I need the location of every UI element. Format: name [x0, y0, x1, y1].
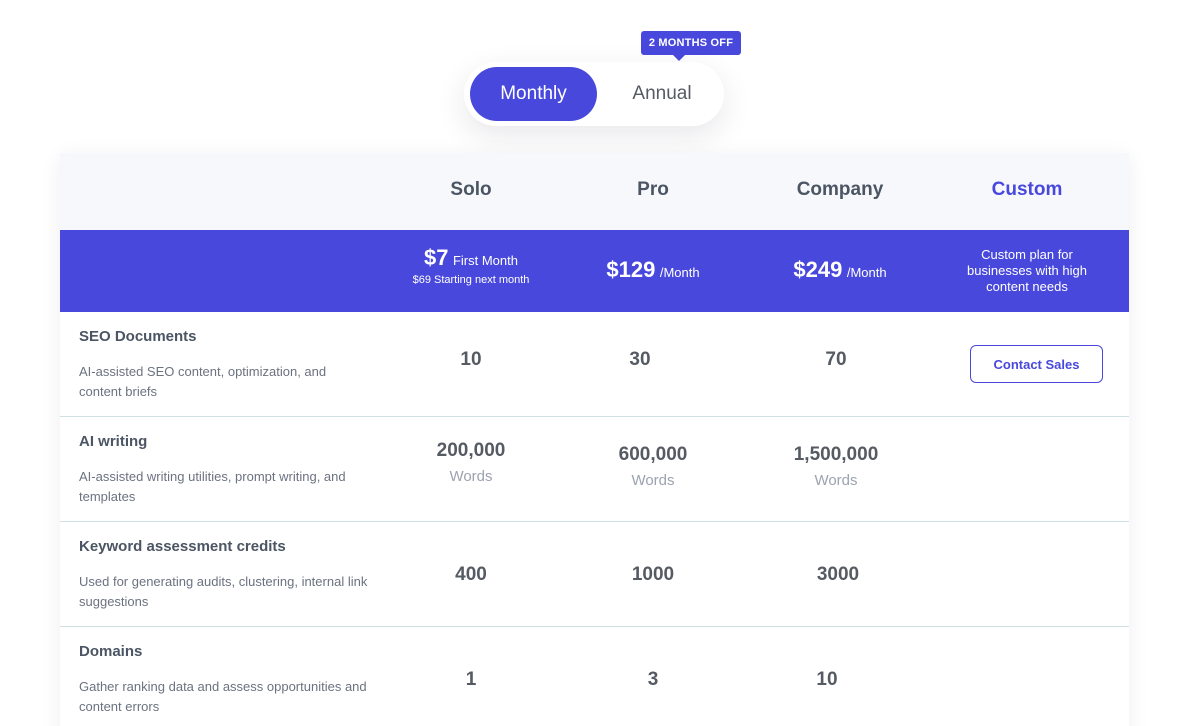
monthly-toggle-button[interactable]: Monthly: [470, 67, 597, 121]
value-number: 1,500,000: [793, 444, 879, 465]
plan-name-solo: Solo: [450, 179, 492, 200]
price-amount: $249: [793, 257, 843, 282]
feature-value-company: 70: [825, 349, 847, 370]
feature-value-pro: 30: [629, 349, 651, 370]
annual-toggle-button[interactable]: Annual: [612, 67, 712, 121]
price-company: $249 /Month: [793, 257, 886, 283]
feature-row-domains: Domains Gather ranking data and assess o…: [60, 627, 1129, 726]
feature-value-solo: 10: [460, 349, 482, 370]
price-pro: $129 /Month: [606, 257, 699, 283]
price-note: $69 Starting next month: [412, 274, 530, 286]
feature-value-company: 10: [816, 669, 838, 690]
plan-header-row: Solo Pro Company Custom: [60, 153, 1129, 230]
value-number: 600,000: [618, 444, 688, 465]
price-amount: $7: [424, 245, 449, 270]
price-amount: $129: [606, 257, 656, 282]
value-unit: Words: [631, 472, 675, 489]
feature-value-pro: 3: [647, 669, 659, 690]
feature-value-company: 3000: [816, 564, 860, 585]
price-solo: $7 First Month $69 Starting next month: [413, 245, 530, 286]
value-unit: Words: [814, 472, 858, 489]
feature-value-pro: 1000: [631, 564, 675, 585]
value-unit: Words: [449, 468, 493, 485]
plan-name-custom: Custom: [991, 179, 1063, 200]
feature-title: SEO Documents: [79, 328, 197, 345]
feature-description: Used for generating audits, clustering, …: [79, 574, 368, 609]
feature-row-seo-documents: SEO Documents AI-assisted SEO content, o…: [60, 312, 1129, 417]
feature-value-solo: 1: [465, 669, 477, 690]
two-months-off-badge: 2 MONTHS OFF: [641, 31, 741, 61]
feature-row-keyword-credits: Keyword assessment credits Used for gene…: [60, 522, 1129, 627]
feature-title: AI writing: [79, 433, 148, 450]
pricing-table: Solo Pro Company Custom $7 First Month $…: [60, 153, 1129, 726]
price-unit: First Month: [452, 253, 518, 268]
feature-description: AI-assisted SEO content, optimization, a…: [79, 364, 327, 399]
feature-value-pro: 600,000 Words: [619, 444, 688, 489]
feature-value-solo: 200,000 Words: [437, 440, 506, 485]
feature-value-company: 1,500,000 Words: [794, 444, 879, 489]
feature-description: Gather ranking data and assess opportuni…: [79, 679, 367, 714]
price-unit: /Month: [846, 265, 887, 280]
contact-sales-button[interactable]: Contact Sales: [970, 345, 1103, 383]
feature-description: AI-assisted writing utilities, prompt wr…: [79, 469, 346, 504]
value-number: 200,000: [436, 440, 506, 461]
plan-name-pro: Pro: [637, 179, 669, 200]
custom-plan-description: Custom plan for businesses with high con…: [967, 247, 1087, 294]
feature-title: Domains: [79, 643, 143, 660]
feature-value-solo: 400: [455, 564, 487, 585]
billing-period-toggle: Monthly Annual: [464, 62, 724, 126]
plan-name-company: Company: [796, 179, 884, 200]
feature-row-ai-writing: AI writing AI-assisted writing utilities…: [60, 417, 1129, 522]
price-row: $7 First Month $69 Starting next month $…: [60, 230, 1129, 312]
price-unit: /Month: [659, 265, 700, 280]
feature-title: Keyword assessment credits: [79, 538, 286, 555]
